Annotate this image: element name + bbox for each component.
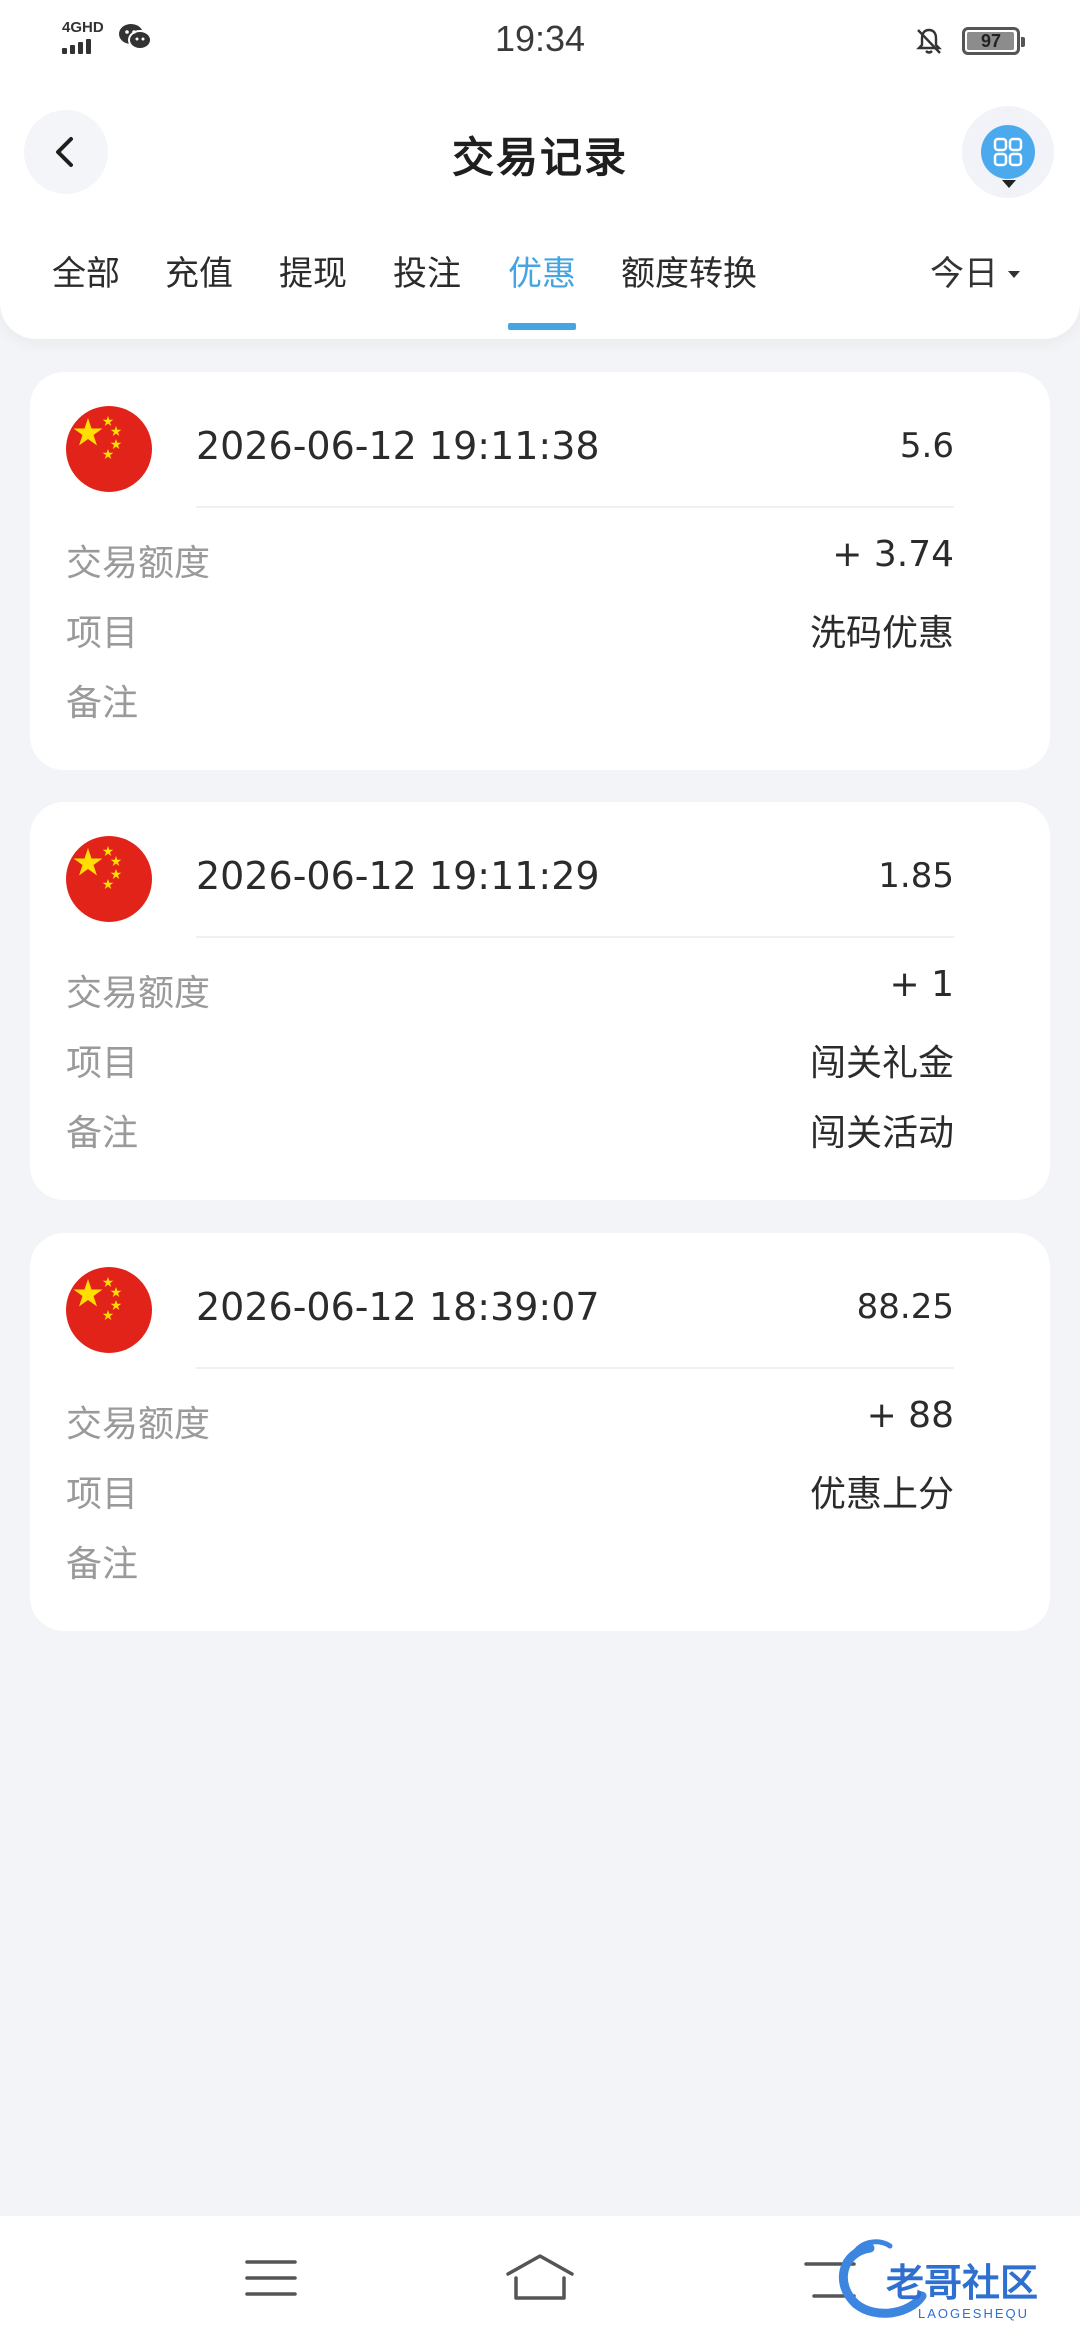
row-value: + 88	[866, 1395, 954, 1436]
transaction-amount: 1.85	[878, 856, 954, 896]
tab-deposit[interactable]: 充值	[165, 250, 233, 330]
divider	[196, 506, 954, 508]
active-tab-indicator	[508, 323, 576, 330]
tab-withdraw[interactable]: 提现	[279, 250, 347, 330]
row-label: 备注	[66, 683, 139, 724]
tab-all[interactable]: 全部	[52, 250, 120, 330]
transaction-card[interactable]: 2026-06-12 19:11:29 1.85 交易额度 + 1 项目 闯关礼…	[30, 802, 1050, 1200]
tab-label: 全部	[52, 254, 120, 294]
detail-row-item: 项目 优惠上分	[66, 1465, 954, 1515]
system-nav-bar: 老哥社区 LAOGESHEQU	[0, 2216, 1080, 2340]
tab-label: 额度转换	[621, 254, 757, 294]
tab-label: 投注	[393, 254, 461, 294]
home-icon	[506, 2254, 574, 2300]
tab-transfer[interactable]: 额度转换	[621, 250, 757, 330]
row-value: 闯关活动	[809, 1113, 954, 1154]
menu-lines-icon	[245, 2260, 297, 2296]
row-value: 优惠上分	[809, 1474, 954, 1515]
status-bar: 4GHD 19:34 97	[0, 0, 1080, 84]
detail-row-credit: 交易额度 + 88	[66, 1395, 954, 1445]
divider	[196, 936, 954, 938]
transaction-card[interactable]: 2026-06-12 18:39:07 88.25 交易额度 + 88 项目 优…	[30, 1233, 1050, 1631]
detail-row-item: 项目 闯关礼金	[66, 1034, 954, 1084]
detail-row-credit: 交易额度 + 1	[66, 964, 954, 1014]
detail-row-credit: 交易额度 + 3.74	[66, 534, 954, 584]
date-filter-dropdown[interactable]: 今日	[930, 250, 1020, 298]
menu-button[interactable]	[962, 106, 1054, 198]
china-flag-icon	[66, 1267, 152, 1353]
tab-bet[interactable]: 投注	[393, 250, 461, 330]
row-value: + 3.74	[832, 534, 954, 575]
detail-row-note: 备注	[66, 674, 954, 724]
divider	[196, 1367, 954, 1369]
recents-button[interactable]	[231, 2246, 311, 2310]
tab-promotion[interactable]: 优惠	[508, 250, 576, 330]
caret-down-icon	[1008, 270, 1020, 278]
transaction-card[interactable]: 2026-06-12 19:11:38 5.6 交易额度 + 3.74 项目 洗…	[30, 372, 1050, 770]
grid-icon	[993, 137, 1023, 167]
row-label: 项目	[66, 613, 139, 654]
china-flag-icon	[66, 836, 152, 922]
tab-label: 充值	[165, 254, 233, 294]
transaction-amount: 88.25	[856, 1287, 954, 1327]
transaction-amount: 5.6	[899, 426, 954, 466]
status-right: 97	[914, 26, 1025, 56]
transaction-time: 2026-06-12 18:39:07	[196, 1285, 600, 1329]
battery-level: 97	[980, 30, 1002, 51]
row-label: 交易额度	[66, 543, 211, 584]
watermark-text: 老哥社区	[886, 2261, 1038, 2305]
row-label: 备注	[66, 1544, 139, 1585]
row-label: 交易额度	[66, 973, 211, 1014]
row-label: 交易额度	[66, 1404, 211, 1445]
tab-label: 优惠	[508, 254, 576, 294]
tab-label: 提现	[279, 254, 347, 294]
home-button[interactable]	[500, 2246, 580, 2310]
row-value: 闯关礼金	[809, 1043, 954, 1084]
tab-bar: 全部 充值 提现 投注 优惠 额度转换	[0, 250, 1080, 330]
row-value: + 1	[889, 964, 954, 1005]
menu-circle	[981, 125, 1035, 179]
bell-muted-icon	[916, 28, 942, 54]
row-label: 备注	[66, 1113, 139, 1154]
detail-row-note: 备注	[66, 1535, 954, 1585]
row-label: 项目	[66, 1474, 139, 1515]
watermark-subtext: LAOGESHEQU	[918, 2306, 1029, 2321]
detail-row-item: 项目 洗码优惠	[66, 604, 954, 654]
transaction-time: 2026-06-12 19:11:29	[196, 854, 600, 898]
page-title: 交易记录	[451, 133, 628, 182]
caret-down-icon	[1002, 180, 1016, 188]
detail-row-note: 备注 闯关活动	[66, 1104, 954, 1154]
row-value: 洗码优惠	[809, 613, 954, 654]
date-filter-label: 今日	[930, 254, 998, 294]
china-flag-icon	[66, 406, 152, 492]
row-label: 项目	[66, 1043, 139, 1084]
header: 交易记录 全部 充值 提现 投注 优惠 额度转换 今日	[0, 84, 1080, 339]
transaction-time: 2026-06-12 19:11:38	[196, 424, 600, 468]
battery-icon: 97	[962, 27, 1025, 55]
watermark-logo: 老哥社区 LAOGESHEQU	[838, 2239, 1038, 2321]
